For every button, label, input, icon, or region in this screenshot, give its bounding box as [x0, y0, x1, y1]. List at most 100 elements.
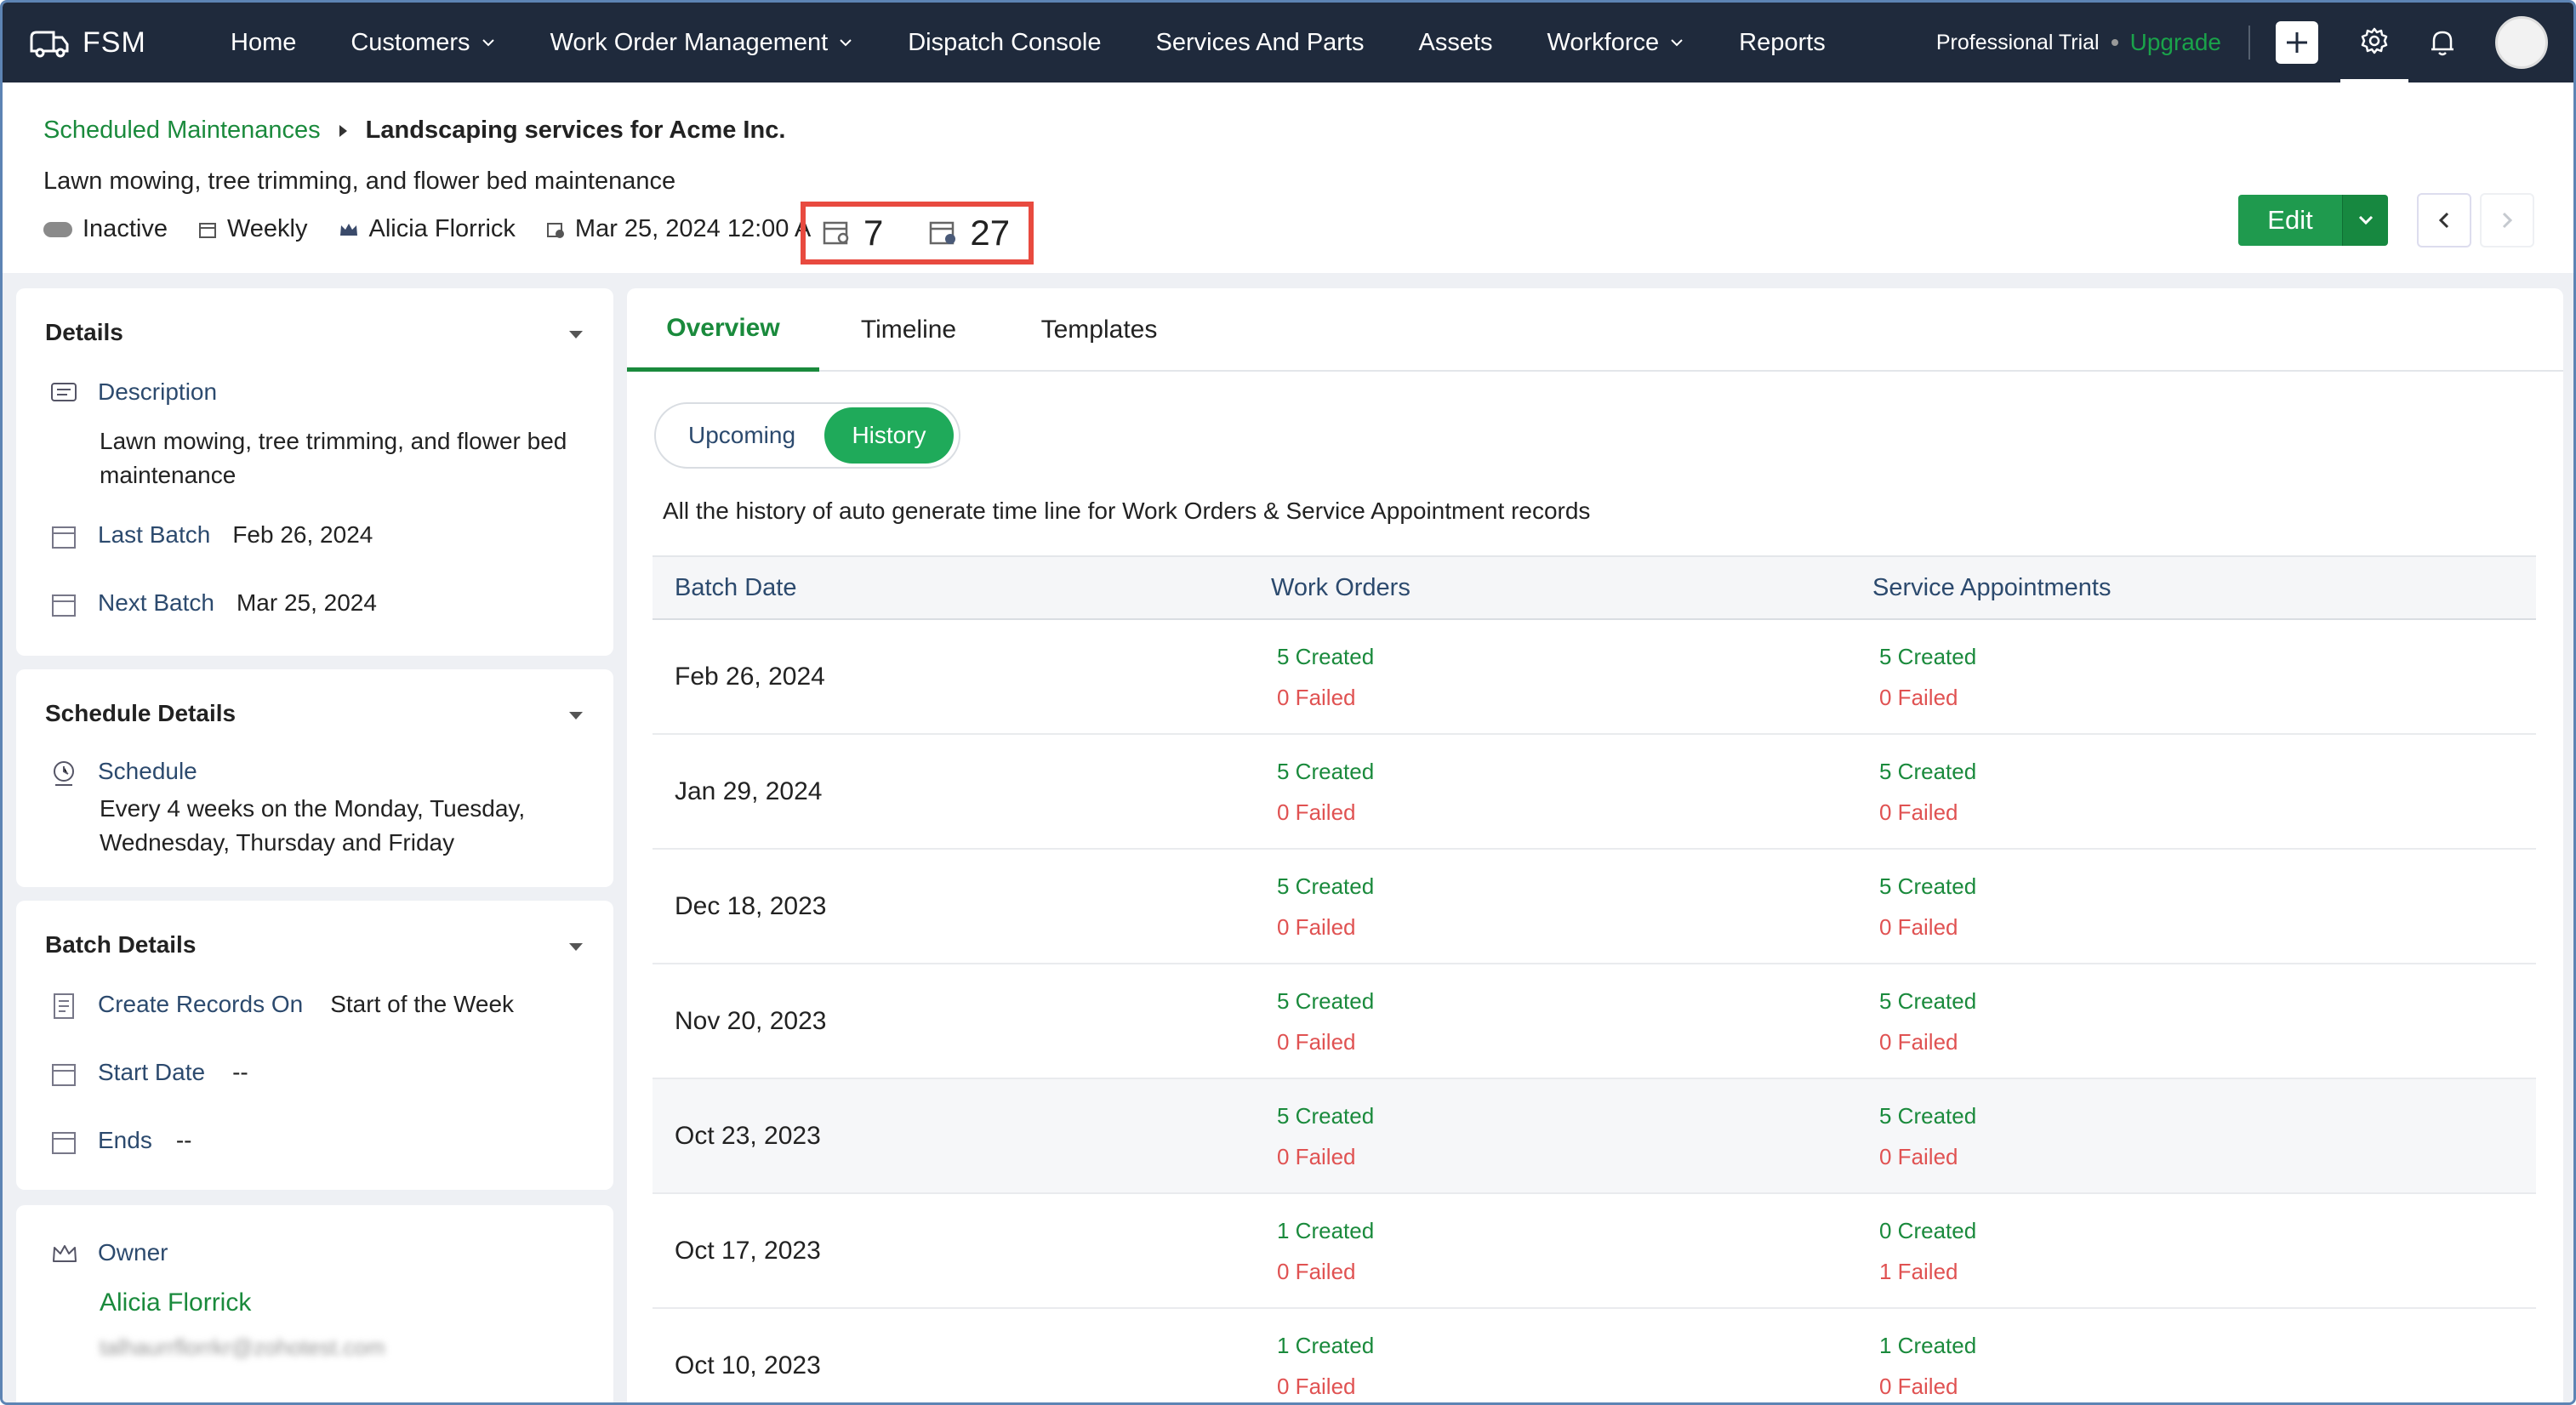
- work-orders-failed[interactable]: 0 Failed: [1277, 1366, 1374, 1403]
- nav-item-label: Assets: [1418, 28, 1493, 56]
- nav-item-workforce[interactable]: Workforce: [1520, 29, 1713, 57]
- ends-value: --: [175, 1127, 192, 1153]
- schedule-details-title: Schedule Details: [45, 700, 237, 726]
- work-orders-failed[interactable]: 0 Failed: [1277, 1251, 1374, 1292]
- service-appointments-cell: 5 Created 0 Failed: [1879, 981, 1976, 1062]
- upcoming-toggle-button[interactable]: Upcoming: [659, 407, 824, 464]
- schedule-field: Schedule: [50, 758, 197, 788]
- history-description: All the history of auto generate time li…: [663, 498, 1591, 524]
- service-appointments-created[interactable]: 5 Created: [1879, 751, 1976, 792]
- service-appointments-created[interactable]: 5 Created: [1879, 636, 1976, 677]
- last-batch-value: Feb 26, 2024: [232, 521, 373, 548]
- user-avatar[interactable]: [2495, 16, 2548, 69]
- service-appointments-failed[interactable]: 0 Failed: [1879, 677, 1976, 718]
- work-orders-created[interactable]: 5 Created: [1277, 981, 1374, 1021]
- calendar-icon: [52, 526, 76, 549]
- service-appointments-failed[interactable]: 0 Failed: [1879, 792, 1976, 833]
- table-row: Oct 17, 2023 1 Created 0 Failed 0 Created 1 …: [653, 1194, 2536, 1309]
- nav-item-assets[interactable]: Assets: [1392, 29, 1520, 57]
- work-orders-failed[interactable]: 0 Failed: [1277, 677, 1374, 718]
- edit-button[interactable]: Edit: [2238, 195, 2342, 246]
- owner-name-link[interactable]: Alicia Florrick: [100, 1288, 251, 1317]
- ends-field: Ends --: [50, 1127, 191, 1156]
- create-records-value: Start of the Week: [330, 991, 515, 1017]
- work-orders-created[interactable]: 5 Created: [1277, 1095, 1374, 1136]
- service-appointments-created[interactable]: 5 Created: [1879, 981, 1976, 1021]
- tab-timeline[interactable]: Timeline: [819, 288, 998, 372]
- appointment-count-value: 27: [970, 213, 1011, 253]
- nav-item-home[interactable]: Home: [203, 29, 323, 57]
- collapse-caret-icon[interactable]: [569, 943, 583, 951]
- edit-dropdown-button[interactable]: [2342, 195, 2388, 246]
- notifications-button[interactable]: [2408, 3, 2476, 82]
- service-appointments-cell: 5 Created 0 Failed: [1879, 751, 1976, 833]
- history-toggle-button[interactable]: History: [824, 407, 954, 464]
- next-record-button[interactable]: [2480, 193, 2534, 247]
- batch-date-cell: Dec 18, 2023: [675, 891, 827, 920]
- work-orders-cell: 5 Created 0 Failed: [1277, 866, 1374, 947]
- service-appointments-failed[interactable]: 1 Failed: [1879, 1251, 1976, 1292]
- service-appointments-created[interactable]: 5 Created: [1879, 866, 1976, 907]
- nav-item-services-and-parts[interactable]: Services And Parts: [1129, 29, 1392, 57]
- tab-templates[interactable]: Templates: [998, 288, 1200, 372]
- table-body: Feb 26, 2024 5 Created 0 Failed 5 Created 0 …: [653, 620, 2536, 1403]
- settings-button[interactable]: [2340, 3, 2408, 82]
- service-appointments-failed[interactable]: 0 Failed: [1879, 1366, 1976, 1403]
- work-orders-created[interactable]: 5 Created: [1277, 866, 1374, 907]
- chevron-right-icon: [2502, 212, 2513, 229]
- status-toggle-icon: [43, 221, 72, 237]
- breadcrumb-arrow-icon: [339, 124, 347, 137]
- logo-text: FSM: [83, 26, 146, 59]
- table-header: Batch Date Work Orders Service Appointme…: [653, 555, 2536, 620]
- collapse-caret-icon[interactable]: [569, 712, 583, 720]
- work-orders-failed[interactable]: 0 Failed: [1277, 1021, 1374, 1062]
- calendar-search-icon: [823, 221, 849, 245]
- history-table: Batch Date Work Orders Service Appointme…: [653, 555, 2536, 1403]
- clock-icon: [54, 761, 74, 786]
- logo[interactable]: FSM: [28, 26, 190, 60]
- nav-item-reports[interactable]: Reports: [1712, 29, 1853, 57]
- work-orders-failed[interactable]: 0 Failed: [1277, 907, 1374, 947]
- work-orders-created[interactable]: 1 Created: [1277, 1210, 1374, 1251]
- table-row: Feb 26, 2024 5 Created 0 Failed 5 Created 0 …: [653, 620, 2536, 735]
- service-appointments-failed[interactable]: 0 Failed: [1879, 1021, 1976, 1062]
- batch-details-card: Batch Details Create Records On Start of…: [16, 901, 613, 1190]
- owner-email: talhaurrflorrkr@zohotest.com: [100, 1334, 385, 1360]
- chevron-down-icon: [482, 39, 494, 47]
- last-batch-label: Last Batch: [98, 521, 211, 548]
- nav-item-dispatch-console[interactable]: Dispatch Console: [881, 29, 1128, 57]
- bell-icon: [2431, 31, 2453, 56]
- app-window: FSM Home Customers Work Order Management Di…: [0, 0, 2576, 1405]
- table-row: Dec 18, 2023 5 Created 0 Failed 5 Created 0 …: [653, 850, 2536, 964]
- service-appointments-created[interactable]: 0 Created: [1879, 1210, 1976, 1251]
- batch-date-cell: Oct 23, 2023: [675, 1121, 821, 1150]
- nav-item-label: Dispatch Console: [908, 28, 1102, 56]
- work-orders-failed[interactable]: 0 Failed: [1277, 1136, 1374, 1177]
- create-button[interactable]: [2276, 21, 2318, 64]
- gear-icon: [2361, 27, 2388, 54]
- service-appointments-created[interactable]: 5 Created: [1879, 1095, 1976, 1136]
- service-appointments-created[interactable]: 1 Created: [1879, 1325, 1976, 1366]
- work-orders-created[interactable]: 5 Created: [1277, 751, 1374, 792]
- work-orders-failed[interactable]: 0 Failed: [1277, 792, 1374, 833]
- tab-overview[interactable]: Overview: [627, 288, 819, 372]
- crown-icon: [339, 223, 357, 236]
- collapse-caret-icon[interactable]: [569, 331, 583, 338]
- previous-record-button[interactable]: [2417, 193, 2471, 247]
- work-orders-created[interactable]: 1 Created: [1277, 1325, 1374, 1366]
- nav-item-label: Work Order Management: [550, 28, 829, 56]
- work-orders-created[interactable]: 5 Created: [1277, 636, 1374, 677]
- upgrade-link[interactable]: Upgrade: [2130, 29, 2221, 56]
- nav-item-customers[interactable]: Customers: [323, 29, 522, 57]
- chevron-down-icon: [840, 39, 852, 47]
- divider: [2248, 26, 2250, 60]
- chevron-down-icon: [2358, 215, 2373, 225]
- service-appointments-failed[interactable]: 0 Failed: [1879, 907, 1976, 947]
- create-records-field: Create Records On Start of the Week: [50, 991, 514, 1020]
- calendar-icon: [198, 222, 216, 238]
- nav-item-work-order-management[interactable]: Work Order Management: [523, 29, 881, 57]
- breadcrumb-parent-link[interactable]: Scheduled Maintenances: [43, 117, 321, 145]
- service-appointments-failed[interactable]: 0 Failed: [1879, 1136, 1976, 1177]
- start-date-field: Start Date --: [50, 1059, 248, 1088]
- service-appointments-cell: 5 Created 0 Failed: [1879, 866, 1976, 947]
